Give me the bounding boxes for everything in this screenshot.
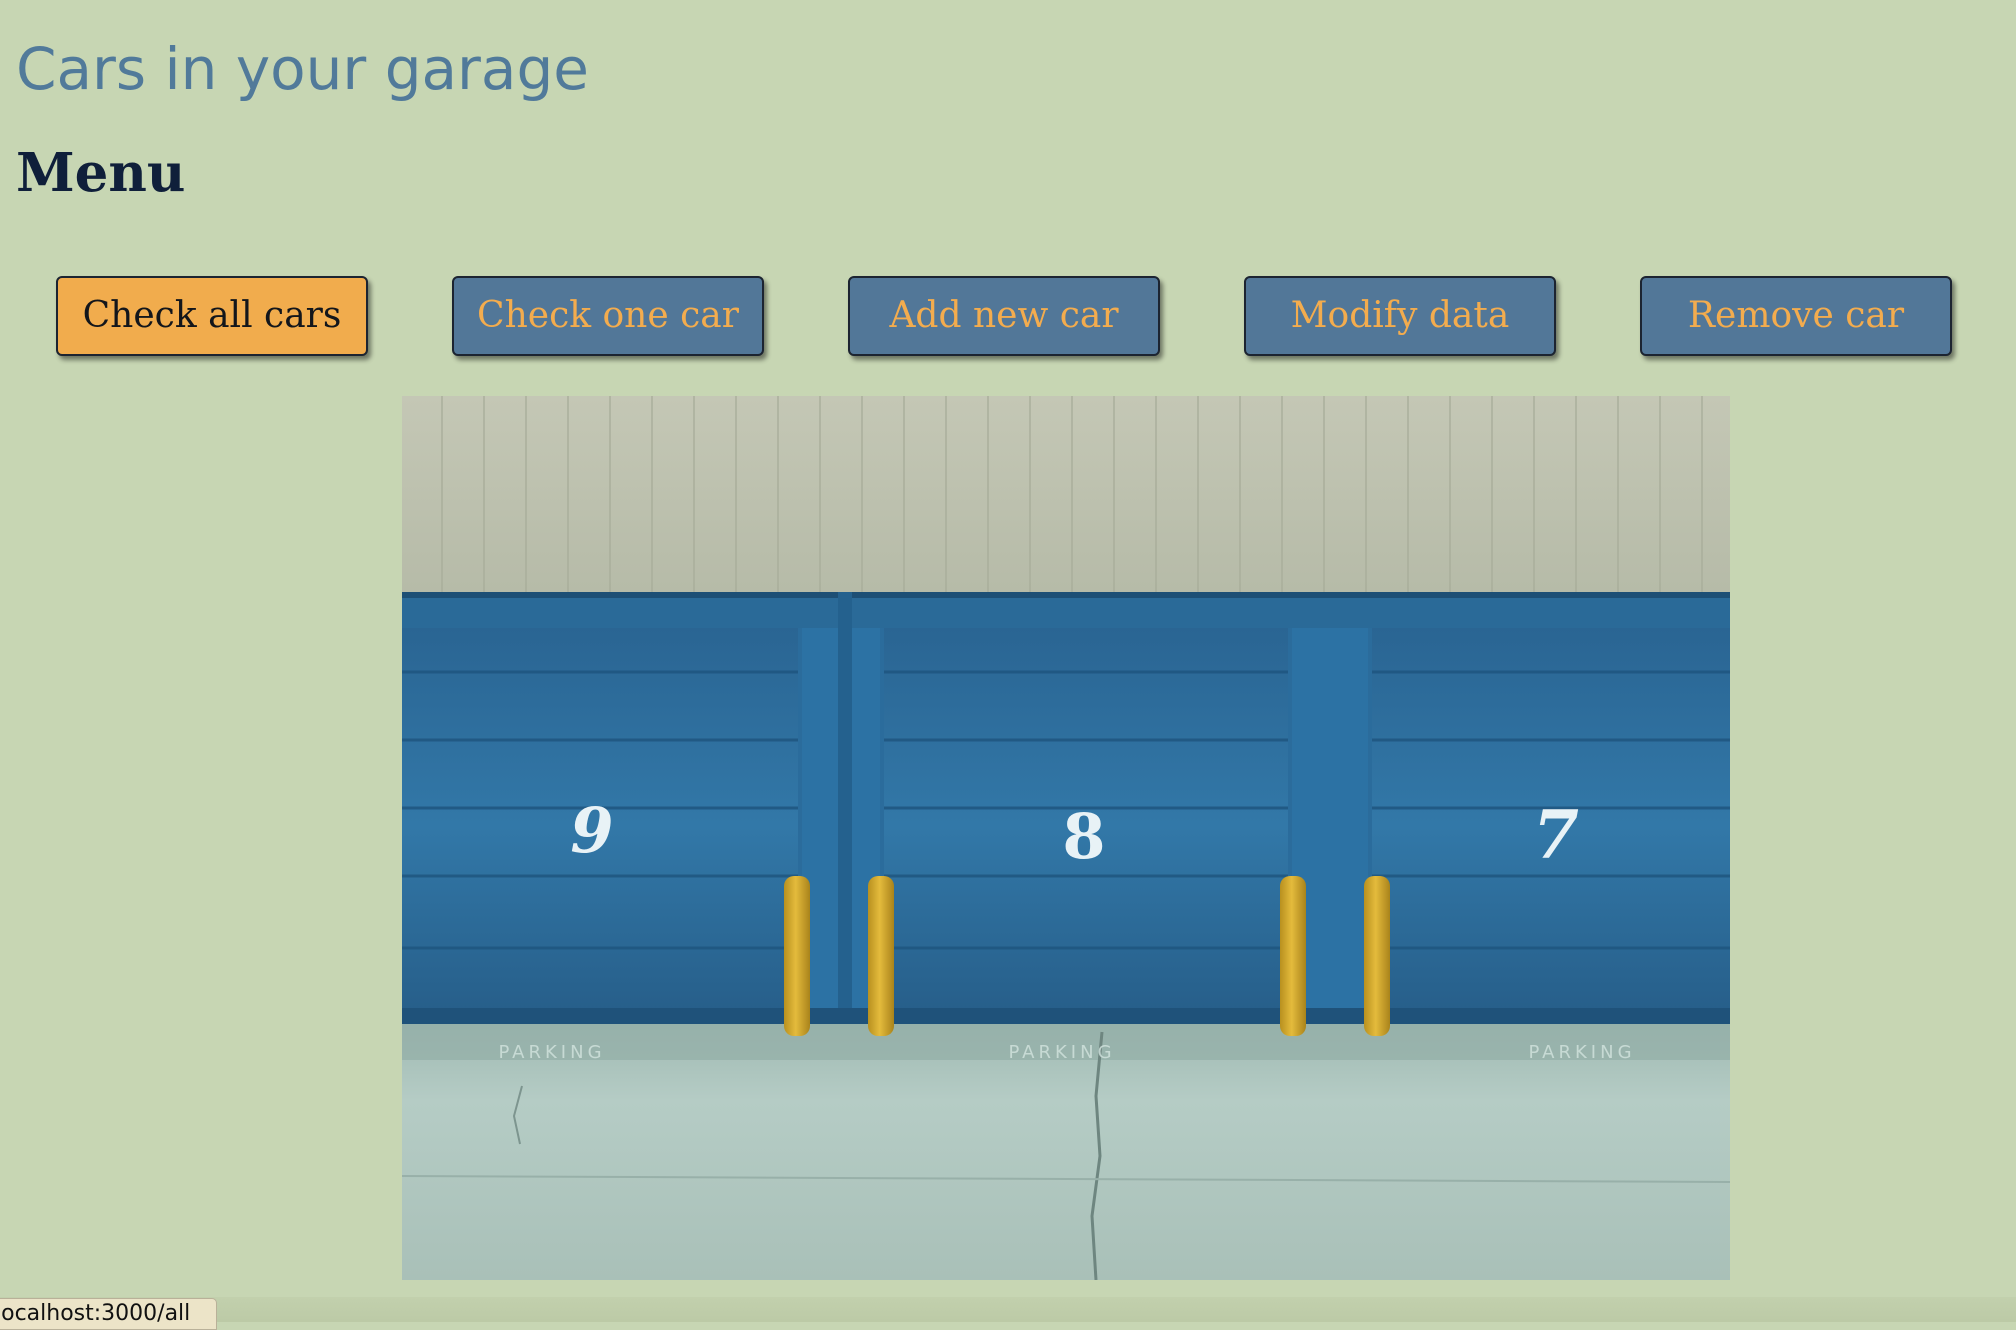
parking-text-center: PARKING: [1008, 1042, 1115, 1063]
menu-heading: Menu: [16, 142, 186, 204]
modify-data-button[interactable]: Modify data: [1244, 276, 1556, 356]
status-link-url: localhost:3000/all: [0, 1298, 218, 1330]
parking-text-left: PARKING: [498, 1042, 605, 1063]
garage-illustration: 9 8 7 PARKING PARKING PARKING: [402, 396, 1730, 1280]
remove-car-button[interactable]: Remove car: [1640, 276, 1952, 356]
door-number-7: 7: [1533, 796, 1579, 874]
garage-image: 9 8 7 PARKING PARKING PARKING: [402, 396, 1730, 1280]
door-number-9: 9: [570, 794, 613, 867]
check-one-car-button[interactable]: Check one car: [452, 276, 764, 356]
add-new-car-button[interactable]: Add new car: [848, 276, 1160, 356]
browser-status-bar: [0, 1297, 2016, 1322]
page-title: Cars in your garage: [16, 35, 589, 103]
check-all-cars-button[interactable]: Check all cars: [56, 276, 368, 356]
door-number-8: 8: [1062, 800, 1105, 873]
status-link-url-text: localhost:3000/all: [0, 1301, 191, 1326]
parking-text-right: PARKING: [1528, 1042, 1635, 1063]
